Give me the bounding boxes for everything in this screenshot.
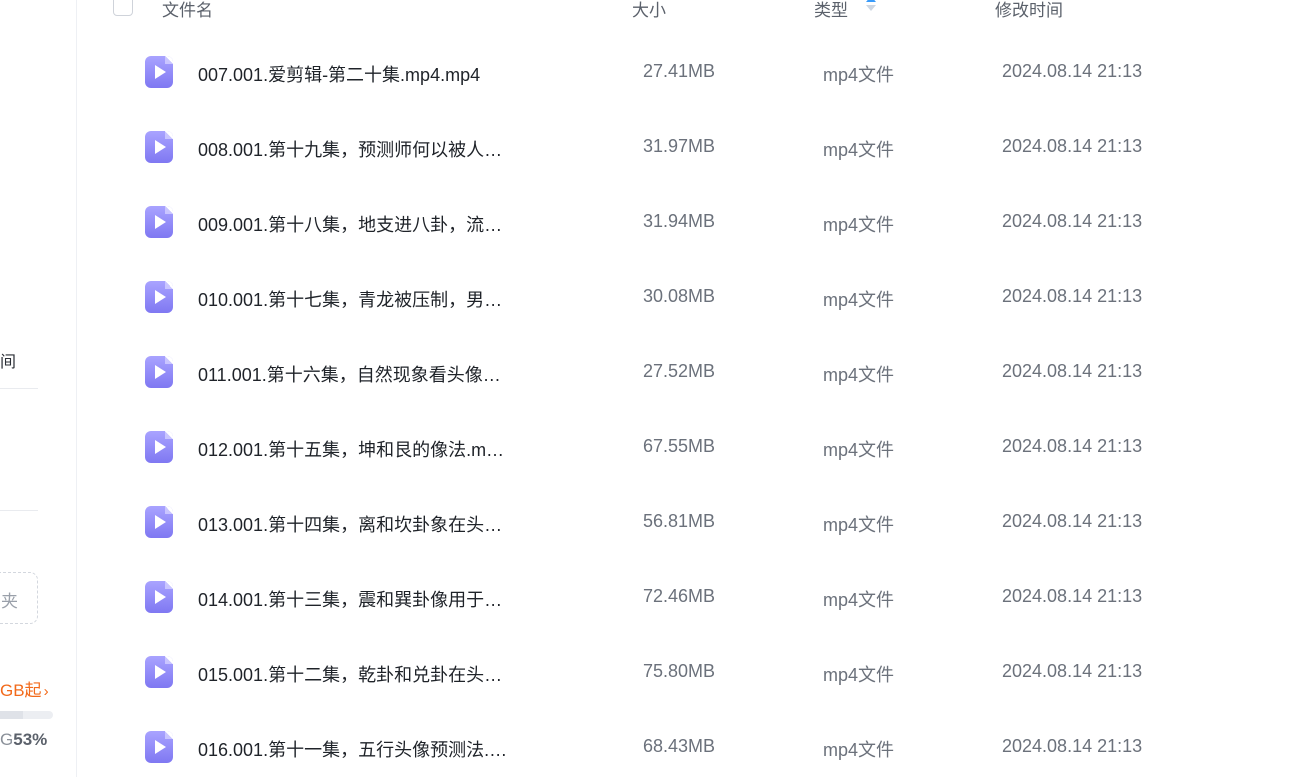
file-modified: 2024.08.14 21:13 bbox=[1002, 61, 1143, 81]
file-type: mp4文件 bbox=[823, 65, 895, 85]
video-file-icon bbox=[145, 281, 173, 313]
sort-up-icon bbox=[866, 0, 876, 2]
select-all-checkbox[interactable] bbox=[113, 0, 133, 16]
file-list: 007.001.爱剪辑-第二十集.mp4.mp4 27.41MB mp4文件 2… bbox=[77, 35, 1314, 777]
video-file-icon bbox=[145, 506, 173, 538]
file-name[interactable]: 008.001.第十九集，预测师何以被人… bbox=[198, 136, 518, 162]
file-type: mp4文件 bbox=[823, 290, 895, 310]
file-type: mp4文件 bbox=[823, 440, 895, 460]
sidebar-divider bbox=[0, 510, 38, 511]
file-type: mp4文件 bbox=[823, 140, 895, 160]
file-name[interactable]: 010.001.第十七集，青龙被压制，男… bbox=[198, 286, 518, 312]
file-row[interactable]: 012.001.第十五集，坤和艮的像法.m… 67.55MB mp4文件 202… bbox=[77, 410, 1314, 485]
storage-usage-prefix: G bbox=[0, 730, 14, 749]
video-file-icon bbox=[145, 131, 173, 163]
file-type: mp4文件 bbox=[823, 365, 895, 385]
file-type: mp4文件 bbox=[823, 740, 895, 760]
storage-progress-bar bbox=[0, 711, 53, 719]
file-row[interactable]: 015.001.第十二集，乾卦和兑卦在头… 75.80MB mp4文件 2024… bbox=[77, 635, 1314, 710]
sort-down-icon bbox=[866, 5, 876, 11]
file-size: 67.55MB bbox=[643, 436, 716, 456]
file-size: 75.80MB bbox=[643, 661, 716, 681]
storage-progress-fill bbox=[0, 711, 24, 719]
file-row[interactable]: 013.001.第十四集，离和坎卦象在头… 56.81MB mp4文件 2024… bbox=[77, 485, 1314, 560]
file-row[interactable]: 009.001.第十八集，地支进八卦，流… 31.94MB mp4文件 2024… bbox=[77, 185, 1314, 260]
sidebar-divider bbox=[0, 388, 38, 389]
video-file-icon bbox=[145, 581, 173, 613]
file-name[interactable]: 013.001.第十四集，离和坎卦象在头… bbox=[198, 511, 518, 537]
file-row[interactable]: 007.001.爱剪辑-第二十集.mp4.mp4 27.41MB mp4文件 2… bbox=[77, 35, 1314, 110]
file-name[interactable]: 011.001.第十六集，自然现象看头像… bbox=[198, 361, 518, 387]
file-modified: 2024.08.14 21:13 bbox=[1002, 736, 1143, 756]
storage-usage: G53% bbox=[0, 730, 47, 750]
file-type: mp4文件 bbox=[823, 665, 895, 685]
column-header-modified[interactable]: 修改时间 bbox=[995, 0, 1063, 21]
file-modified: 2024.08.14 21:13 bbox=[1002, 436, 1143, 456]
file-modified: 2024.08.14 21:13 bbox=[1002, 286, 1143, 306]
file-modified: 2024.08.14 21:13 bbox=[1002, 211, 1143, 231]
storage-usage-percent: 53% bbox=[13, 730, 48, 749]
video-file-icon bbox=[145, 656, 173, 688]
sort-icon[interactable] bbox=[866, 0, 876, 14]
file-row[interactable]: 010.001.第十七集，青龙被压制，男… 30.08MB mp4文件 2024… bbox=[77, 260, 1314, 335]
video-file-icon bbox=[145, 731, 173, 763]
file-size: 72.46MB bbox=[643, 586, 716, 606]
file-name[interactable]: 007.001.爱剪辑-第二十集.mp4.mp4 bbox=[198, 61, 518, 87]
file-list-header: 文件名 大小 类型 修改时间 bbox=[77, 0, 1314, 26]
video-file-icon bbox=[145, 206, 173, 238]
file-modified: 2024.08.14 21:13 bbox=[1002, 136, 1143, 156]
video-file-icon bbox=[145, 431, 173, 463]
file-name[interactable]: 012.001.第十五集，坤和艮的像法.m… bbox=[198, 436, 518, 462]
file-size: 30.08MB bbox=[643, 286, 716, 306]
file-row[interactable]: 008.001.第十九集，预测师何以被人… 31.97MB mp4文件 2024… bbox=[77, 110, 1314, 185]
new-folder-label: 夹 bbox=[1, 592, 18, 611]
video-file-icon bbox=[145, 356, 173, 388]
file-modified: 2024.08.14 21:13 bbox=[1002, 661, 1143, 681]
chevron-right-icon: › bbox=[43, 683, 49, 700]
file-type: mp4文件 bbox=[823, 515, 895, 535]
file-name[interactable]: 009.001.第十八集，地支进八卦，流… bbox=[198, 211, 518, 237]
column-header-size[interactable]: 大小 bbox=[632, 0, 666, 21]
storage-upgrade-label: GB起 bbox=[0, 681, 42, 700]
file-name[interactable]: 014.001.第十三集，震和巽卦像用于… bbox=[198, 586, 518, 612]
file-size: 27.52MB bbox=[643, 361, 716, 381]
sidebar: 间 夹 GB起 › G53% bbox=[0, 0, 77, 777]
new-folder-button[interactable]: 夹 bbox=[0, 572, 38, 624]
file-size: 56.81MB bbox=[643, 511, 716, 531]
column-header-type[interactable]: 类型 bbox=[814, 0, 848, 21]
file-name[interactable]: 016.001.第十一集，五行头像预测法.… bbox=[198, 736, 518, 762]
file-modified: 2024.08.14 21:13 bbox=[1002, 586, 1143, 606]
file-modified: 2024.08.14 21:13 bbox=[1002, 511, 1143, 531]
video-file-icon bbox=[145, 56, 173, 88]
sidebar-item-recent[interactable]: 间 bbox=[0, 348, 16, 372]
file-name[interactable]: 015.001.第十二集，乾卦和兑卦在头… bbox=[198, 661, 518, 687]
file-type: mp4文件 bbox=[823, 590, 895, 610]
file-size: 27.41MB bbox=[643, 61, 716, 81]
file-type: mp4文件 bbox=[823, 215, 895, 235]
file-size: 31.94MB bbox=[643, 211, 716, 231]
file-row[interactable]: 016.001.第十一集，五行头像预测法.… 68.43MB mp4文件 202… bbox=[77, 710, 1314, 777]
file-row[interactable]: 014.001.第十三集，震和巽卦像用于… 72.46MB mp4文件 2024… bbox=[77, 560, 1314, 635]
storage-upgrade-link[interactable]: GB起 › bbox=[0, 676, 49, 701]
file-row[interactable]: 011.001.第十六集，自然现象看头像… 27.52MB mp4文件 2024… bbox=[77, 335, 1314, 410]
column-header-name[interactable]: 文件名 bbox=[162, 0, 213, 21]
file-size: 31.97MB bbox=[643, 136, 716, 156]
file-modified: 2024.08.14 21:13 bbox=[1002, 361, 1143, 381]
file-size: 68.43MB bbox=[643, 736, 716, 756]
